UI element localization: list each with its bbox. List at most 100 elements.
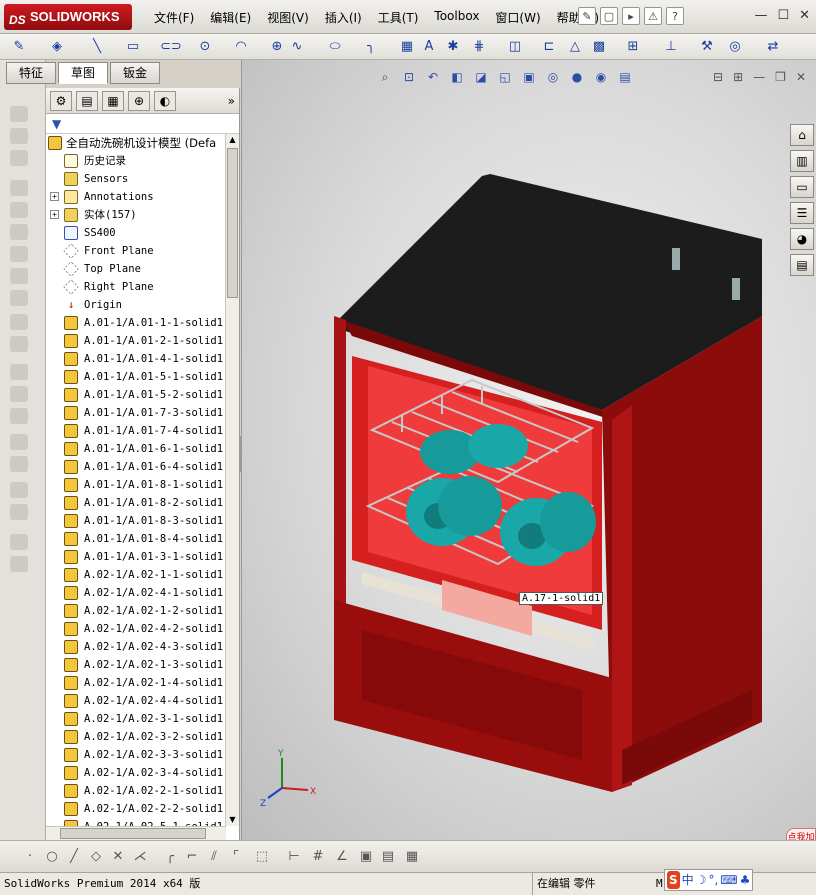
- point-icon[interactable]: ✱: [444, 38, 462, 56]
- menu-insert[interactable]: 插入(I): [317, 9, 370, 26]
- grid-tool-icon[interactable]: #: [310, 849, 326, 865]
- minimize-button[interactable]: —: [754, 8, 767, 23]
- help-icon[interactable]: ?: [666, 7, 684, 25]
- hscroll-thumb[interactable]: [60, 828, 206, 839]
- cut-loft-icon[interactable]: [10, 268, 28, 284]
- tree-vertical-scrollbar[interactable]: ▲ ▼: [225, 134, 239, 826]
- restore-button[interactable]: ☐: [777, 8, 789, 23]
- unit-system-status[interactable]: M: [656, 873, 663, 895]
- tree-item[interactable]: A.01-1/A.01-5-1-solid1: [46, 368, 226, 386]
- linear-pattern-icon[interactable]: ▩: [590, 38, 608, 56]
- new-document-icon[interactable]: ▢: [600, 7, 618, 25]
- tree-item[interactable]: A.02-1/A.02-1-4-solid1: [46, 674, 226, 692]
- tree-item[interactable]: Right Plane: [46, 278, 226, 296]
- curves-icon[interactable]: [10, 456, 28, 472]
- tree-item[interactable]: A.02-1/A.02-2-2-solid1: [46, 800, 226, 818]
- mirror-icon[interactable]: △: [566, 38, 584, 56]
- instant3d-icon[interactable]: [10, 482, 28, 498]
- parallel-tool-icon[interactable]: ⫽: [206, 849, 222, 865]
- cut-sweep-icon[interactable]: [10, 246, 28, 262]
- convert-icon[interactable]: ◫: [506, 38, 524, 56]
- point-tool-icon[interactable]: ·: [22, 849, 38, 865]
- menu-window[interactable]: 窗口(W): [487, 9, 548, 26]
- pattern-icon[interactable]: [10, 314, 28, 330]
- display-style-icon[interactable]: ▣: [520, 68, 538, 86]
- viewport-restore-icon[interactable]: ❐: [775, 70, 786, 84]
- extrude-icon[interactable]: [10, 106, 28, 122]
- chamfer-tool-icon[interactable]: ⌐: [184, 849, 200, 865]
- tree-item[interactable]: A.01-1/A.01-2-1-solid1: [46, 332, 226, 350]
- arc-icon[interactable]: ◠: [232, 38, 250, 56]
- dashed-box-icon[interactable]: ⬚: [254, 849, 270, 865]
- viewport-close-icon[interactable]: ✕: [796, 70, 806, 84]
- section-view-icon[interactable]: ◧: [448, 68, 466, 86]
- fillet-tool-icon[interactable]: ╭: [162, 849, 178, 865]
- expand-icon[interactable]: +: [50, 192, 59, 201]
- tree-item[interactable]: + 实体(157): [46, 206, 226, 224]
- split-horizontal-icon[interactable]: ⊟: [713, 70, 723, 84]
- plane-sketch-icon[interactable]: ▦: [398, 38, 416, 56]
- tree-item[interactable]: A.02-1/A.02-1-2-solid1: [46, 602, 226, 620]
- hide-show-items-icon[interactable]: ◎: [544, 68, 562, 86]
- tree-item[interactable]: SS400: [46, 224, 226, 242]
- fillet-feature-icon[interactable]: [10, 290, 28, 306]
- view-palette-icon[interactable]: ☰: [790, 202, 814, 224]
- tree-item[interactable]: A.01-1/A.01-5-2-solid1: [46, 386, 226, 404]
- file-explorer-icon[interactable]: ▭: [790, 176, 814, 198]
- apply-scene-icon[interactable]: ◉: [592, 68, 610, 86]
- box-tool-icon[interactable]: ▣: [358, 849, 374, 865]
- tree-item[interactable]: A.01-1/A.01-7-3-solid1: [46, 404, 226, 422]
- solidworks-resources-icon[interactable]: ⌂: [790, 124, 814, 146]
- spline-icon[interactable]: ∿: [288, 38, 306, 56]
- polygon-icon[interactable]: ⊕: [268, 38, 286, 56]
- tree-item[interactable]: A.01-1/A.01-4-1-solid1: [46, 350, 226, 368]
- split-icon[interactable]: [10, 504, 28, 520]
- line-icon[interactable]: ╲: [88, 38, 106, 56]
- quick-snaps-icon[interactable]: ◎: [726, 38, 744, 56]
- menu-edit[interactable]: 编辑(E): [202, 9, 259, 26]
- tree-item[interactable]: A.02-1/A.02-4-2-solid1: [46, 620, 226, 638]
- viewport-minimize-icon[interactable]: —: [753, 70, 765, 84]
- menu-tools[interactable]: 工具(T): [370, 9, 427, 26]
- intersect-icon[interactable]: [10, 534, 28, 550]
- trim-icon[interactable]: ⋕: [470, 38, 488, 56]
- extend-tool-icon[interactable]: ⋌: [132, 849, 148, 865]
- rib-icon[interactable]: [10, 336, 28, 352]
- tree-item[interactable]: A.01-1/A.01-7-4-solid1: [46, 422, 226, 440]
- tree-item[interactable]: A.01-1/A.01-1-1-solid1: [46, 314, 226, 332]
- relations-icon[interactable]: ⊥: [662, 38, 680, 56]
- scroll-thumb[interactable]: [227, 148, 238, 298]
- zoom-to-fit-icon[interactable]: ⌕: [376, 68, 394, 86]
- table-tool-icon[interactable]: ▦: [404, 849, 420, 865]
- corner-tool-icon[interactable]: ⌜: [228, 849, 244, 865]
- property-manager-icon[interactable]: ▤: [76, 91, 98, 111]
- tree-item[interactable]: A.02-1/A.02-3-3-solid1: [46, 746, 226, 764]
- angle-tool-icon[interactable]: ∠: [334, 849, 350, 865]
- scroll-up-icon[interactable]: ▲: [227, 134, 238, 146]
- text-icon[interactable]: A: [420, 38, 438, 56]
- ime-punctuation-icon[interactable]: °,: [708, 871, 718, 889]
- offset-icon[interactable]: ⊏: [540, 38, 558, 56]
- wrap-icon[interactable]: [10, 408, 28, 424]
- tree-item[interactable]: A.02-1/A.02-4-4-solid1: [46, 692, 226, 710]
- tab-sheet-metal[interactable]: 钣金: [110, 62, 161, 84]
- ellipse-icon[interactable]: ⬭: [326, 38, 344, 56]
- ime-skin-icon[interactable]: ♣: [740, 871, 751, 889]
- instant2d-icon[interactable]: ⇄: [764, 38, 782, 56]
- tree-item[interactable]: A.02-1/A.02-3-2-solid1: [46, 728, 226, 746]
- ime-halfwidth-icon[interactable]: ☽: [696, 871, 707, 889]
- custom-properties-icon[interactable]: ▤: [790, 254, 814, 276]
- fillet-icon[interactable]: ╮: [362, 38, 380, 56]
- tree-item[interactable]: A.02-1/A.02-4-1-solid1: [46, 584, 226, 602]
- circle-icon[interactable]: ⊙: [196, 38, 214, 56]
- polygon-tool-icon[interactable]: ◇: [88, 849, 104, 865]
- ime-language[interactable]: 中: [682, 871, 694, 889]
- more-tabs-icon[interactable]: »: [228, 91, 235, 110]
- tree-item[interactable]: A.01-1/A.01-8-4-solid1: [46, 530, 226, 548]
- rebuild-warning-icon[interactable]: ⚠: [644, 7, 662, 25]
- graphics-area[interactable]: ⌕ ⊡ ↶ ◧ ◪ ◱ ▣ ◎ ● ◉ ▤ ⊟ ⊞ — ❐ ✕ ⌂ ▥ ▭ ☰ …: [241, 60, 816, 840]
- tree-item[interactable]: A.01-1/A.01-8-3-solid1: [46, 512, 226, 530]
- close-button[interactable]: ✕: [799, 8, 810, 23]
- scroll-down-icon[interactable]: ▼: [227, 814, 238, 826]
- revolve-icon[interactable]: [10, 128, 28, 144]
